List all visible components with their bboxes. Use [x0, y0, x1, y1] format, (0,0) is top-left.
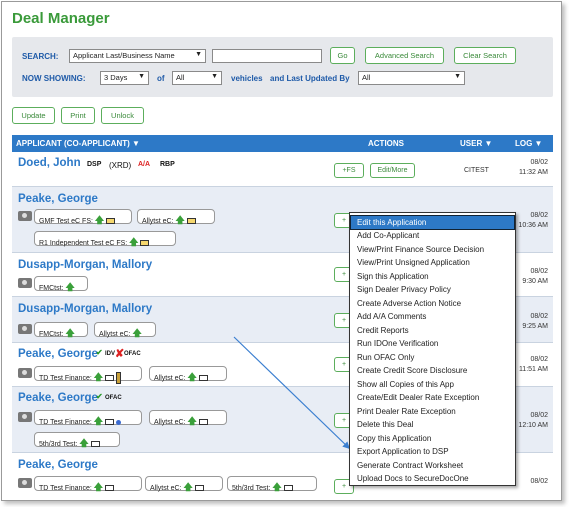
- menu-item-run-idone[interactable]: Run IDOne Verification: [351, 337, 514, 350]
- context-menu: Edit this Application Add Co-Applicant V…: [349, 212, 516, 486]
- menu-item-credit-reports[interactable]: Credit Reports: [351, 324, 514, 337]
- menu-item-view-finance-decision[interactable]: View/Print Finance Source Decision: [351, 243, 514, 256]
- menu-item-view-unsigned-application[interactable]: View/Print Unsigned Application: [351, 256, 514, 269]
- menu-item-contract-worksheet[interactable]: Generate Contract Worksheet: [351, 459, 514, 472]
- menu-item-delete-deal[interactable]: Delete this Deal: [351, 418, 514, 431]
- menu-item-edit-application[interactable]: Edit this Application: [350, 215, 515, 230]
- menu-item-upload-docs[interactable]: Upload Docs to SecureDocOne: [351, 472, 514, 485]
- menu-item-sign-privacy-policy[interactable]: Sign Dealer Privacy Policy: [351, 283, 514, 296]
- menu-item-copy-application[interactable]: Copy this Application: [351, 432, 514, 445]
- menu-item-sign-application[interactable]: Sign this Application: [351, 270, 514, 283]
- menu-item-print-rate-exception[interactable]: Print Dealer Rate Exception: [351, 405, 514, 418]
- menu-item-credit-score-disclosure[interactable]: Create Credit Score Disclosure: [351, 364, 514, 377]
- menu-item-add-co-applicant[interactable]: Add Co-Applicant: [351, 229, 514, 242]
- menu-item-dealer-rate-exception[interactable]: Create/Edit Dealer Rate Exception: [351, 391, 514, 404]
- menu-item-adverse-action-notice[interactable]: Create Adverse Action Notice: [351, 297, 514, 310]
- menu-item-add-aa-comments[interactable]: Add A/A Comments: [351, 310, 514, 323]
- menu-item-run-ofac[interactable]: Run OFAC Only: [351, 351, 514, 364]
- menu-item-export-dsp[interactable]: Export Application to DSP: [351, 445, 514, 458]
- menu-item-show-copies[interactable]: Show all Copies of this App: [351, 378, 514, 391]
- deal-manager-window: Deal Manager SEARCH: Applicant Last/Busi…: [1, 1, 562, 501]
